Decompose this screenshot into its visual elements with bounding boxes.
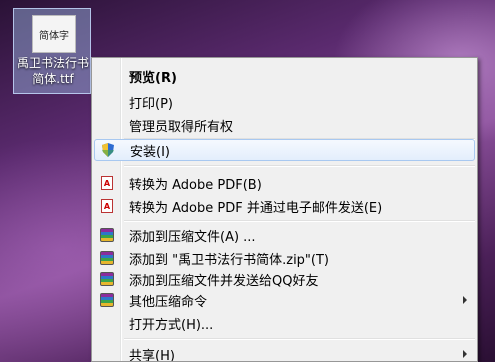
menu-item-convert-pdf[interactable]: A 转换为 Adobe PDF(B) <box>94 172 475 194</box>
menu-item-label: 添加到压缩文件并发送给QQ好友 <box>129 273 319 289</box>
menu-item-label: 添加到 "禹卫书法行书简体.zip"(T) <box>129 252 329 268</box>
font-file-thumbnail: 简体字 <box>32 15 76 53</box>
menu-item-label: 其他压缩命令 <box>129 294 208 310</box>
file-label-line1: 禹卫书法行书 <box>16 56 89 70</box>
pdf-mail-icon: A <box>98 197 116 215</box>
menu-item-convert-pdf-email[interactable]: A 转换为 Adobe PDF 并通过电子邮件发送(E) <box>94 195 475 217</box>
menu-item-label: 管理员取得所有权 <box>129 119 234 135</box>
menu-item-share[interactable]: 共享(H) <box>94 343 475 362</box>
pdf-icon: A <box>98 174 116 192</box>
menu-item-other-compression[interactable]: 其他压缩命令 <box>94 289 475 311</box>
desktop-file-label: 禹卫书法行书 简体.ttf <box>14 55 92 87</box>
file-label-line2: 简体.ttf <box>32 72 74 86</box>
winrar-icon <box>98 291 116 309</box>
menu-item-add-and-send-qq[interactable]: 添加到压缩文件并发送给QQ好友 <box>94 268 475 290</box>
thumbnail-text: 简体字 <box>39 30 69 42</box>
submenu-arrow-icon <box>463 296 467 304</box>
menu-item-label: 添加到压缩文件(A) ... <box>129 229 256 245</box>
menu-item-label: 安装(I) <box>130 144 170 160</box>
winrar-icon <box>98 249 116 267</box>
menu-separator <box>124 165 475 167</box>
desktop-file-icon[interactable]: 简体字 禹卫书法行书 简体.ttf <box>13 8 91 94</box>
menu-item-label: 打印(P) <box>129 96 173 112</box>
winrar-icon <box>98 270 116 288</box>
menu-item-label: 打开方式(H)... <box>129 317 214 333</box>
menu-separator <box>124 220 475 222</box>
shield-icon <box>99 141 117 159</box>
menu-item-add-to-archive[interactable]: 添加到压缩文件(A) ... <box>94 224 475 246</box>
menu-item-print[interactable]: 打印(P) <box>94 91 475 113</box>
menu-item-take-ownership[interactable]: 管理员取得所有权 <box>94 114 475 136</box>
menu-item-preview[interactable]: 预览(R) <box>94 65 475 87</box>
submenu-arrow-icon <box>463 350 467 358</box>
menu-item-label: 转换为 Adobe PDF(B) <box>129 177 262 193</box>
winrar-icon <box>98 226 116 244</box>
context-menu: 预览(R) 打印(P) 管理员取得所有权 安装(I) A 转换为 Adobe P… <box>91 57 478 362</box>
menu-separator <box>124 338 475 340</box>
menu-item-add-to-zip[interactable]: 添加到 "禹卫书法行书简体.zip"(T) <box>94 247 475 269</box>
menu-item-open-with[interactable]: 打开方式(H)... <box>94 312 475 334</box>
menu-item-label: 预览(R) <box>129 70 177 86</box>
menu-item-label: 转换为 Adobe PDF 并通过电子邮件发送(E) <box>129 200 383 216</box>
menu-item-label: 共享(H) <box>129 348 175 362</box>
menu-item-install[interactable]: 安装(I) <box>94 139 475 161</box>
